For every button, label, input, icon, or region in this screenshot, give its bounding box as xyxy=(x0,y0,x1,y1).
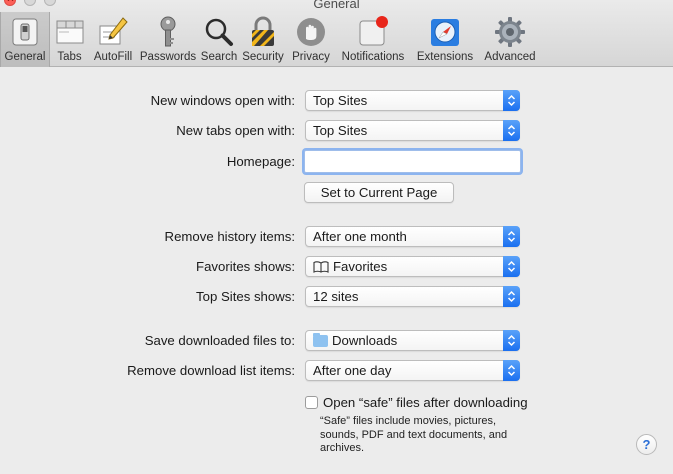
safe-files-note-line: sounds, PDF and text documents, and xyxy=(320,428,508,441)
new-tabs-row: New tabs open with: Top Sites xyxy=(0,120,673,142)
tab-privacy[interactable]: Privacy xyxy=(287,12,335,67)
tab-security-label: Security xyxy=(242,51,284,63)
tab-privacy-label: Privacy xyxy=(292,51,330,63)
window-title: General xyxy=(313,0,360,11)
save-downloads-popup[interactable]: Downloads xyxy=(305,330,520,351)
pencil-form-icon xyxy=(95,15,131,49)
padlock-icon xyxy=(245,15,281,49)
open-safe-files-checkbox[interactable] xyxy=(305,396,318,409)
key-icon xyxy=(150,15,186,49)
remove-history-value: After one month xyxy=(313,229,407,244)
tab-passwords[interactable]: Passwords xyxy=(137,12,199,67)
folder-icon xyxy=(313,332,328,347)
new-tabs-popup[interactable]: Top Sites xyxy=(305,120,520,141)
preference-tabs: General Tabs AutoFill Passwords Search S… xyxy=(0,12,541,67)
preferences-toolbar: General General xyxy=(0,0,673,67)
tab-advanced[interactable]: Advanced xyxy=(479,12,541,67)
favorites-shows-popup[interactable]: Favorites xyxy=(305,256,520,277)
new-windows-value: Top Sites xyxy=(313,93,368,108)
homepage-row: Homepage: xyxy=(0,150,673,173)
remove-downloads-label: Remove download list items: xyxy=(127,363,295,378)
top-sites-shows-label: Top Sites shows: xyxy=(196,289,295,304)
tab-general[interactable]: General xyxy=(0,12,50,67)
safe-files-note-line: “Safe” files include movies, pictures, xyxy=(320,415,497,427)
safe-files-note-line: archives. xyxy=(320,442,365,454)
top-sites-shows-value: 12 sites xyxy=(313,289,359,304)
favorites-shows-row: Favorites shows: Favorites xyxy=(0,256,673,278)
tab-search-label: Search xyxy=(200,51,238,63)
homepage-label: Homepage: xyxy=(226,154,295,169)
tab-notifications-label: Notifications xyxy=(341,51,405,63)
remove-downloads-popup[interactable]: After one day xyxy=(305,360,520,381)
tab-general-label: General xyxy=(4,51,46,63)
new-tabs-label: New tabs open with: xyxy=(176,123,295,138)
gear-icon xyxy=(492,15,528,49)
popup-arrows-icon xyxy=(503,90,520,111)
popup-arrows-icon xyxy=(503,360,520,381)
remove-history-row: Remove history items: After one month xyxy=(0,226,673,248)
favorites-shows-label: Favorites shows: xyxy=(196,259,295,274)
tab-tabs-label: Tabs xyxy=(57,51,82,63)
top-sites-shows-popup[interactable]: 12 sites xyxy=(305,286,520,307)
safe-files-note: “Safe” files include movies, pictures, s… xyxy=(320,415,550,456)
tab-notifications[interactable]: Notifications xyxy=(335,12,411,67)
new-windows-label: New windows open with: xyxy=(150,93,295,108)
tab-autofill-label: AutoFill xyxy=(93,51,133,63)
tab-autofill[interactable]: AutoFill xyxy=(89,12,137,67)
new-windows-popup[interactable]: Top Sites xyxy=(305,90,520,111)
tab-extensions-label: Extensions xyxy=(416,51,474,63)
save-downloads-value: Downloads xyxy=(332,333,398,348)
tab-passwords-label: Passwords xyxy=(139,51,197,63)
popup-arrows-icon xyxy=(503,120,520,141)
tab-tabs[interactable]: Tabs xyxy=(50,12,89,67)
popup-arrows-icon xyxy=(503,226,520,247)
tab-advanced-label: Advanced xyxy=(484,51,536,63)
remove-downloads-value: After one day xyxy=(313,363,392,378)
homepage-field[interactable] xyxy=(304,150,521,173)
tabs-icon xyxy=(52,15,88,49)
book-icon xyxy=(313,260,329,273)
set-to-current-page-button[interactable]: Set to Current Page xyxy=(304,182,454,203)
new-tabs-value: Top Sites xyxy=(313,123,368,138)
save-downloads-label: Save downloaded files to: xyxy=(144,333,295,348)
popup-arrows-icon xyxy=(503,330,520,351)
remove-history-popup[interactable]: After one month xyxy=(305,226,520,247)
tab-security[interactable]: Security xyxy=(239,12,287,67)
favorites-shows-value: Favorites xyxy=(333,259,388,274)
help-button[interactable]: ? xyxy=(636,434,657,455)
remove-downloads-row: Remove download list items: After one da… xyxy=(0,360,673,382)
compass-icon xyxy=(427,15,463,49)
general-switch-icon xyxy=(7,15,43,49)
save-downloads-value-wrap: Downloads xyxy=(313,332,398,348)
open-safe-files-label: Open “safe” files after downloading xyxy=(323,395,528,410)
favorites-shows-value-wrap: Favorites xyxy=(313,259,387,274)
new-windows-row: New windows open with: Top Sites xyxy=(0,90,673,112)
remove-history-label: Remove history items: xyxy=(164,229,295,244)
popup-arrows-icon xyxy=(503,286,520,307)
top-sites-shows-row: Top Sites shows: 12 sites xyxy=(0,286,673,308)
tab-extensions[interactable]: Extensions xyxy=(411,12,479,67)
tab-search[interactable]: Search xyxy=(199,12,239,67)
save-downloads-row: Save downloaded files to: Downloads xyxy=(0,330,673,352)
hand-icon xyxy=(293,15,329,49)
magnifier-icon xyxy=(201,15,237,49)
notifications-icon xyxy=(355,15,391,49)
popup-arrows-icon xyxy=(503,256,520,277)
